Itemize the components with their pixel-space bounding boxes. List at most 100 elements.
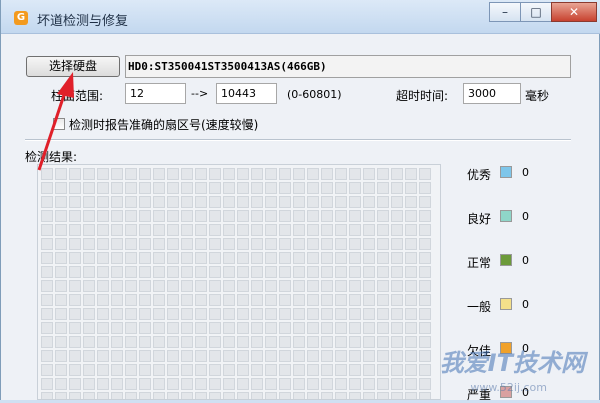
- sector-cell: [349, 168, 361, 180]
- sector-cell: [251, 196, 263, 208]
- range-arrow: -->: [191, 87, 209, 100]
- maximize-button[interactable]: □: [520, 2, 552, 22]
- sector-cell: [209, 392, 221, 399]
- sector-cell: [181, 210, 193, 222]
- sector-cell: [237, 266, 249, 278]
- sector-cell: [153, 210, 165, 222]
- sector-cell: [405, 224, 417, 236]
- results-label: 检测结果:: [25, 150, 78, 164]
- sector-cell: [125, 168, 137, 180]
- sector-cell: [223, 196, 235, 208]
- sector-cell: [251, 392, 263, 399]
- sector-cell: [279, 294, 291, 306]
- sector-cell: [55, 364, 67, 376]
- sector-cell: [237, 224, 249, 236]
- cylinder-start-input[interactable]: 12: [125, 83, 186, 104]
- sector-cell: [265, 182, 277, 194]
- sector-cell: [181, 294, 193, 306]
- sector-cell: [97, 294, 109, 306]
- sector-cell: [223, 280, 235, 292]
- sector-cell: [223, 224, 235, 236]
- sector-cell: [251, 168, 263, 180]
- sector-cell: [335, 182, 347, 194]
- sector-cell: [363, 224, 375, 236]
- sector-cell: [181, 224, 193, 236]
- sector-cell: [321, 238, 333, 250]
- sector-cell: [111, 182, 123, 194]
- sector-cell: [153, 280, 165, 292]
- sector-cell: [251, 238, 263, 250]
- sector-cell: [349, 378, 361, 390]
- title-bar[interactable]: G 坏道检测与修复 – □ ✕: [1, 0, 600, 34]
- sector-cell: [377, 168, 389, 180]
- disk-info-field: HD0:ST350041ST3500413AS(466GB): [125, 55, 571, 78]
- sector-cell: [293, 294, 305, 306]
- sector-cell: [209, 266, 221, 278]
- sector-cell: [321, 308, 333, 320]
- minimize-button[interactable]: –: [489, 2, 521, 22]
- sector-cell: [69, 224, 81, 236]
- sector-cell: [349, 322, 361, 334]
- report-sector-label[interactable]: 检测时报告准确的扇区号(速度较慢): [69, 116, 258, 133]
- close-button[interactable]: ✕: [551, 2, 597, 22]
- sector-cell: [181, 392, 193, 399]
- sector-cell: [55, 350, 67, 362]
- sector-cell: [41, 364, 53, 376]
- report-sector-checkbox[interactable]: [53, 118, 65, 130]
- sector-cell: [55, 224, 67, 236]
- sector-cell: [279, 308, 291, 320]
- legend-swatch: [500, 254, 512, 266]
- sector-cell: [97, 378, 109, 390]
- sector-cell: [55, 266, 67, 278]
- sector-cell: [293, 266, 305, 278]
- sector-cell: [265, 336, 277, 348]
- sector-cell: [209, 168, 221, 180]
- sector-cell: [153, 364, 165, 376]
- sector-cell: [293, 364, 305, 376]
- sector-cell: [335, 224, 347, 236]
- section-divider: [25, 139, 571, 141]
- sector-cell: [293, 280, 305, 292]
- sector-cell: [153, 336, 165, 348]
- sector-cell: [167, 336, 179, 348]
- select-disk-button[interactable]: 选择硬盘: [26, 56, 120, 77]
- sector-cell: [251, 252, 263, 264]
- sector-cell: [69, 280, 81, 292]
- sector-cell: [167, 196, 179, 208]
- sector-cell: [391, 196, 403, 208]
- sector-cell: [55, 168, 67, 180]
- sector-cell: [237, 196, 249, 208]
- sector-cell: [167, 182, 179, 194]
- sector-cell: [307, 196, 319, 208]
- timeout-input[interactable]: 3000: [463, 83, 521, 104]
- sector-cell: [377, 224, 389, 236]
- sector-cell: [125, 280, 137, 292]
- sector-cell: [167, 238, 179, 250]
- sector-cell: [265, 210, 277, 222]
- sector-cell: [181, 308, 193, 320]
- sector-cell: [349, 182, 361, 194]
- sector-cell: [111, 168, 123, 180]
- sector-cell: [349, 196, 361, 208]
- sector-cell: [209, 182, 221, 194]
- sector-cell: [111, 364, 123, 376]
- sector-cell: [97, 210, 109, 222]
- sector-cell: [419, 364, 431, 376]
- sector-cell: [69, 322, 81, 334]
- sector-cell: [125, 252, 137, 264]
- sector-cell: [237, 392, 249, 399]
- sector-cell: [41, 266, 53, 278]
- cylinder-end-input[interactable]: 10443: [216, 83, 277, 104]
- sector-cell: [307, 224, 319, 236]
- sector-cell: [335, 322, 347, 334]
- sector-map-panel: [37, 164, 441, 400]
- sector-cell: [153, 252, 165, 264]
- sector-cell: [363, 378, 375, 390]
- sector-cell: [405, 294, 417, 306]
- sector-grid: [41, 168, 431, 399]
- sector-cell: [111, 322, 123, 334]
- sector-cell: [83, 224, 95, 236]
- sector-cell: [293, 238, 305, 250]
- sector-cell: [237, 350, 249, 362]
- sector-cell: [125, 364, 137, 376]
